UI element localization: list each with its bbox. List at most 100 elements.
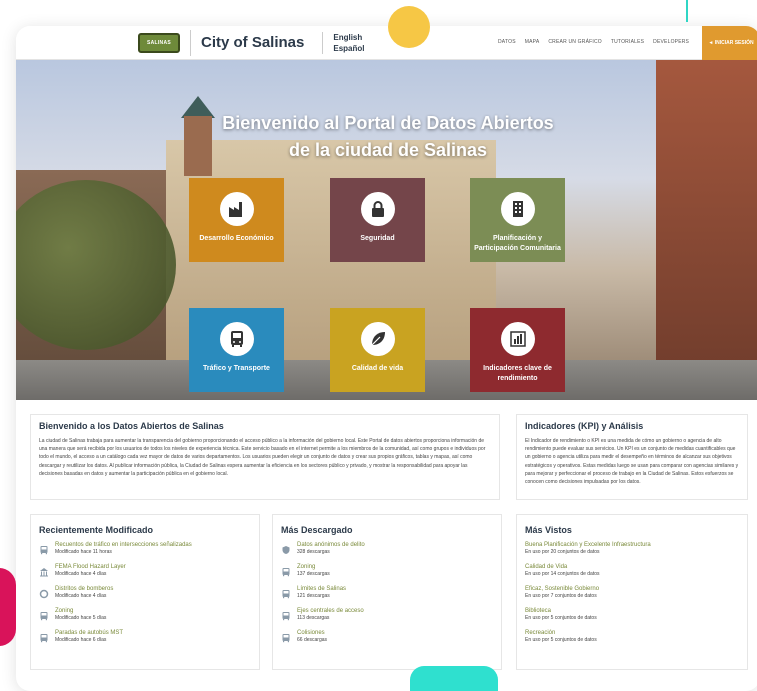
factory-icon [219, 192, 254, 226]
site-title[interactable]: City of Salinas [190, 29, 304, 56]
bus-icon [281, 586, 291, 599]
list-item-title[interactable]: Zoning [297, 563, 330, 571]
list-item-meta: En uso por 5 conjuntos de datos [525, 615, 597, 621]
kpi-title: Indicadores (KPI) y Análisis [525, 421, 644, 431]
language-english[interactable]: English [333, 32, 364, 43]
hero-title: Bienvenido al Portal de Datos Abiertos d… [222, 113, 554, 160]
tile-desarrollo-economico[interactable]: Desarrollo Económico [189, 178, 284, 262]
list-item-meta: 121 descargas [297, 593, 330, 599]
list-item[interactable]: Ejes centrales de acceso 113 descargas [281, 607, 493, 622]
list-item-meta: En uso por 7 conjuntos de datos [525, 593, 597, 599]
list-item[interactable]: Buena Planificación y Excelente Infraest… [525, 541, 739, 556]
bar-chart-icon [500, 322, 535, 356]
nav-crear-grafico[interactable]: CREAR UN GRÁFICO [548, 39, 601, 45]
list-item-title[interactable]: Ejes centrales de acceso [297, 607, 364, 615]
most-downloaded-title: Más Descargado [281, 525, 353, 535]
tile-seguridad[interactable]: Seguridad [330, 178, 425, 262]
tile-planificacion[interactable]: Planificación y Participación Comunitari… [470, 178, 565, 262]
list-item-title[interactable]: Datos anónimos de delito [297, 541, 365, 549]
lock-icon [360, 192, 395, 226]
welcome-title: Bienvenido a los Datos Abiertos de Salin… [39, 421, 224, 431]
list-item-meta: 66 descargas [297, 637, 328, 643]
tile-calidad-vida[interactable]: Calidad de vida [330, 308, 425, 392]
lifebuoy-icon [39, 586, 49, 599]
kpi-section: Indicadores (KPI) y Análisis El Indicado… [516, 414, 748, 500]
hero-banner: Bienvenido al Portal de Datos Abiertos d… [16, 60, 757, 400]
list-item-title[interactable]: Recuentos de tráfico en intersecciones s… [55, 541, 192, 549]
list-item-text: Datos anónimos de delito 328 descargas [297, 541, 365, 556]
list-item-title[interactable]: FEMA Flood Hazard Layer [55, 563, 126, 571]
list-item-title[interactable]: Calidad de Vida [525, 563, 600, 571]
list-item[interactable]: Zoning 137 descargas [281, 563, 493, 578]
kpi-body: El Indicador de rendimiento o KPI es una… [525, 438, 739, 486]
list-item-title[interactable]: Colisiones [297, 629, 327, 637]
building-icon [500, 192, 535, 226]
nav-tutoriales[interactable]: TUTORIALES [611, 39, 644, 45]
list-item[interactable]: Biblioteca En uso por 5 conjuntos de dato… [525, 607, 739, 622]
browser-frame: SALINAS City of Salinas English Español … [16, 26, 757, 691]
city-logo[interactable]: SALINAS [138, 32, 180, 53]
list-item-title[interactable]: Distritos de bomberos [55, 585, 113, 593]
list-item-text: Límites de Salinas 121 descargas [297, 585, 346, 600]
list-item-meta: En uso por 14 conjuntos de datos [525, 571, 600, 577]
decorative-accent-dot [388, 6, 430, 48]
list-item-title[interactable]: Eficaz, Sostenible Gobierno [525, 585, 599, 593]
recently-modified-section: Recientemente Modificado Recuentos de tr… [30, 514, 260, 670]
main-nav: DATOS MAPA CREAR UN GRÁFICO TUTORIALES D… [498, 39, 689, 45]
list-item-text: Zoning Modificado hace 5 días [55, 607, 106, 622]
list-item-meta: En uso por 5 conjuntos de datos [525, 637, 597, 643]
list-item-meta: Modificado hace 6 días [55, 637, 107, 643]
bus-icon [219, 322, 254, 356]
list-item[interactable]: Límites de Salinas 121 descargas [281, 585, 493, 600]
list-item[interactable]: Eficaz, Sostenible Gobierno En uso por 7 … [525, 585, 739, 600]
list-item-title[interactable]: Paradas de autobús MST [55, 629, 123, 637]
tile-trafico[interactable]: Tráfico y Transporte [189, 308, 284, 392]
most-downloaded-section: Más Descargado Datos anónimos de delito 3… [272, 514, 502, 670]
list-item-meta: Modificado hace 4 días [55, 593, 107, 599]
list-item-text: Eficaz, Sostenible Gobierno En uso por 7 … [525, 585, 599, 600]
signin-button[interactable]: ◄ INICIAR SESIÓN [702, 26, 757, 60]
list-item-meta: 113 descargas [297, 615, 330, 621]
list-item-title[interactable]: Límites de Salinas [297, 585, 346, 593]
list-item-text: Recuentos de tráfico en intersecciones s… [55, 541, 192, 556]
welcome-section: Bienvenido a los Datos Abiertos de Salin… [30, 414, 500, 500]
list-item-title[interactable]: Zoning [55, 607, 106, 615]
list-item-text: Ejes centrales de acceso 113 descargas [297, 607, 364, 622]
shield-icon [281, 542, 291, 554]
welcome-body: La ciudad de Salinas trabaja para aument… [39, 438, 486, 477]
list-item-title[interactable]: Buena Planificación y Excelente Infraest… [525, 541, 651, 549]
list-item-text: Paradas de autobús MST Modificado hace 6 … [55, 629, 123, 644]
list-item[interactable]: Calidad de Vida En uso por 14 conjuntos d… [525, 563, 739, 578]
list-item[interactable]: Colisiones 66 descargas [281, 629, 493, 644]
list-item-text: Calidad de Vida En uso por 14 conjuntos d… [525, 563, 600, 578]
nav-mapa[interactable]: MAPA [525, 39, 540, 45]
list-item[interactable]: Recuentos de tráfico en intersecciones s… [39, 541, 251, 556]
bus-icon [39, 630, 49, 643]
leaf-icon [360, 322, 395, 356]
list-item-meta: Modificado hace 4 días [55, 571, 107, 577]
tile-kpi[interactable]: Indicadores clave de rendimiento [470, 308, 565, 392]
list-item-meta: 137 descargas [297, 571, 330, 577]
list-item-text: Recreación En uso por 5 conjuntos de dato… [525, 629, 597, 644]
bus-icon [39, 608, 49, 621]
list-item[interactable]: FEMA Flood Hazard Layer Modificado hace 4… [39, 563, 251, 578]
nav-developers[interactable]: DEVELOPERS [653, 39, 689, 45]
list-item[interactable]: Paradas de autobús MST Modificado hace 6 … [39, 629, 251, 644]
list-item[interactable]: Distritos de bomberos Modificado hace 4 d… [39, 585, 251, 600]
list-item-title[interactable]: Recreación [525, 629, 597, 637]
most-viewed-section: Más Vistos Buena Planificación y Excelen… [516, 514, 748, 670]
list-item[interactable]: Zoning Modificado hace 5 días [39, 607, 251, 622]
most-viewed-list: Buena Planificación y Excelente Infraest… [525, 541, 739, 644]
bus-icon [39, 542, 49, 555]
list-item[interactable]: Recreación En uso por 5 conjuntos de dato… [525, 629, 739, 644]
list-item-meta: 328 descargas [297, 549, 330, 555]
bus-icon [281, 564, 291, 577]
list-item-text: Distritos de bomberos Modificado hace 4 d… [55, 585, 113, 600]
list-item-meta: Modificado hace 11 horas [55, 549, 112, 555]
most-downloaded-list: Datos anónimos de delito 328 descargas Zon… [281, 541, 493, 644]
language-spanish[interactable]: Español [333, 43, 364, 54]
list-item-title[interactable]: Biblioteca [525, 607, 597, 615]
list-item[interactable]: Datos anónimos de delito 328 descargas [281, 541, 493, 556]
recently-modified-list: Recuentos de tráfico en intersecciones s… [39, 541, 251, 644]
nav-datos[interactable]: DATOS [498, 39, 516, 45]
